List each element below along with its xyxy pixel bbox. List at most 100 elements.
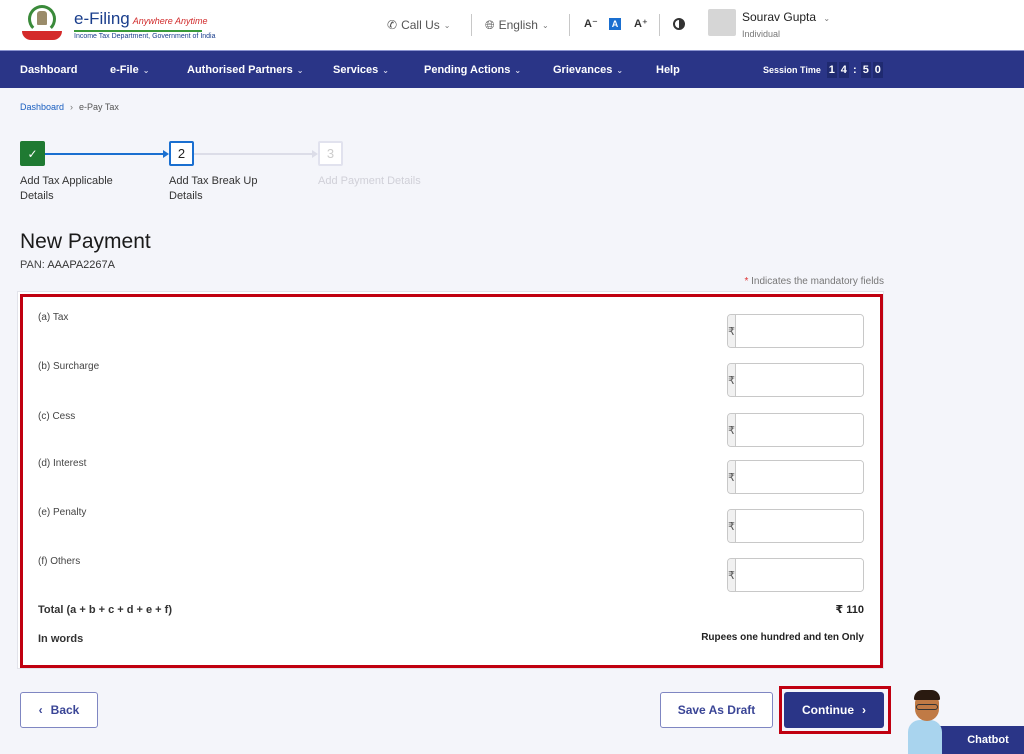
step-3-label: Add Payment Details: [318, 175, 421, 187]
required-star: *: [744, 276, 749, 287]
nav-efile[interactable]: e-File ⌄: [110, 51, 149, 89]
nav-label: Grievances: [553, 64, 613, 76]
user-name: Sourav Gupta: [742, 10, 817, 24]
others-amount-group: ₹: [727, 558, 864, 592]
chevron-down-icon: ⌄: [616, 65, 624, 75]
rupee-icon: ₹: [728, 315, 736, 347]
total-value: ₹ 110: [835, 604, 864, 616]
top-header: e-Filing Anywhere Anytime Income Tax Dep…: [0, 0, 1024, 50]
nav-label: Authorised Partners: [187, 64, 293, 76]
back-button[interactable]: ‹ Back: [20, 692, 98, 728]
main-nav: Dashboard e-File ⌄ Authorised Partners ⌄…: [0, 50, 1024, 88]
divider: [569, 14, 570, 36]
nav-dashboard[interactable]: Dashboard: [20, 51, 77, 89]
field-label: (c) Cess: [38, 411, 76, 422]
breadcrumb-current: e-Pay Tax: [79, 102, 119, 112]
logo-subtitle: Income Tax Department, Government of Ind…: [74, 32, 216, 40]
chevron-right-icon: ›: [862, 703, 866, 717]
globe-icon: 🌐︎: [485, 17, 495, 32]
session-digit: 5: [860, 62, 871, 78]
step-1-check-icon: ✓: [20, 141, 45, 166]
contrast-toggle-icon[interactable]: [673, 18, 685, 30]
nav-pending-actions[interactable]: Pending Actions ⌄: [424, 51, 521, 89]
interest-amount-group: ₹: [727, 460, 864, 494]
pan-info: PAN: AAAPA2267A: [20, 259, 115, 271]
continue-label: Continue: [802, 703, 854, 717]
penalty-input[interactable]: [736, 510, 863, 542]
divider: [471, 14, 472, 36]
language-label: English: [498, 18, 538, 32]
pan-value: AAAPA2267A: [47, 259, 115, 271]
session-timer: Session Time 1 4 : 5 0: [763, 51, 883, 89]
call-us-label: Call Us: [401, 18, 440, 32]
field-label: (f) Others: [38, 556, 81, 567]
tax-amount-group: ₹: [727, 314, 864, 348]
field-interest: (d) Interest ₹: [38, 458, 864, 494]
session-digit: 4: [838, 62, 849, 78]
chevron-down-icon: ⌄: [382, 65, 389, 75]
chevron-down-icon: ⌄: [514, 65, 522, 75]
cess-input[interactable]: [736, 414, 863, 446]
nav-grievances[interactable]: Grievances ⌄: [553, 51, 623, 89]
call-us-dropdown[interactable]: ✆ Call Us ⌄: [387, 0, 450, 50]
field-label: (e) Penalty: [38, 507, 87, 518]
words-value: Rupees one hundred and ten Only: [701, 632, 864, 643]
nav-label: Pending Actions: [424, 64, 511, 76]
avatar[interactable]: [708, 9, 736, 36]
nav-label: Help: [656, 64, 680, 76]
nav-help[interactable]: Help: [656, 51, 680, 89]
mandatory-note: * Indicates the mandatory fields: [744, 276, 884, 287]
session-label: Session Time: [763, 65, 821, 75]
field-label: (d) Interest: [38, 458, 87, 469]
field-tax: (a) Tax ₹: [38, 312, 864, 348]
surcharge-input[interactable]: [736, 364, 863, 396]
divider: [659, 14, 660, 36]
chatbot-avatar-icon[interactable]: [902, 690, 952, 754]
step-2-indicator: 2: [169, 141, 194, 166]
session-digit: 0: [872, 62, 883, 78]
nav-label: Services: [333, 64, 379, 76]
continue-button[interactable]: Continue ›: [784, 692, 884, 728]
field-others: (f) Others ₹: [38, 556, 864, 592]
penalty-amount-group: ₹: [727, 509, 864, 543]
stepper-connector: [45, 150, 169, 158]
interest-input[interactable]: [736, 461, 863, 493]
rupee-icon: ₹: [728, 559, 736, 591]
phone-icon: ✆: [387, 18, 398, 32]
user-menu[interactable]: Sourav Gupta ⌄: [742, 10, 830, 24]
efiling-logo[interactable]: e-Filing Anywhere Anytime Income Tax Dep…: [20, 4, 216, 44]
field-label: (b) Surcharge: [38, 361, 100, 372]
total-label: Total (a + b + c + d + e + f): [38, 604, 172, 616]
chevron-down-icon: ⌄: [296, 65, 304, 75]
nav-services[interactable]: Services ⌄: [333, 51, 389, 89]
nav-authorised-partners[interactable]: Authorised Partners ⌄: [187, 51, 303, 89]
save-draft-label: Save As Draft: [677, 703, 756, 717]
stepper-connector: [194, 150, 318, 158]
rupee-icon: ₹: [728, 510, 736, 542]
others-input[interactable]: [736, 559, 863, 591]
field-penalty: (e) Penalty ₹: [38, 507, 864, 543]
logo-title: e-Filing: [74, 8, 130, 28]
save-draft-button[interactable]: Save As Draft: [660, 692, 773, 728]
nav-label: Dashboard: [20, 64, 78, 76]
chevron-down-icon: ⌄: [541, 20, 549, 30]
field-label: (a) Tax: [38, 312, 69, 323]
breadcrumb-dashboard[interactable]: Dashboard: [20, 102, 64, 112]
page-title: New Payment: [20, 230, 151, 253]
rupee-icon: ₹: [728, 461, 736, 493]
font-normal-button[interactable]: A: [609, 18, 621, 30]
nav-label: e-File: [110, 64, 139, 76]
session-digit: 1: [826, 62, 837, 78]
chevron-down-icon: ⌄: [142, 65, 150, 75]
surcharge-amount-group: ₹: [727, 363, 864, 397]
breadcrumb-separator: ›: [70, 102, 74, 112]
language-dropdown[interactable]: 🌐︎ English ⌄: [485, 0, 549, 50]
rupee-icon: ₹: [728, 364, 736, 396]
tax-input[interactable]: [736, 315, 863, 347]
font-increase-button[interactable]: A⁺: [634, 17, 648, 30]
logo-tagline: Anywhere Anytime: [132, 15, 208, 26]
pan-label: PAN:: [20, 259, 45, 271]
font-decrease-button[interactable]: A⁻: [584, 17, 598, 30]
breadcrumb: Dashboard › e-Pay Tax: [20, 102, 119, 112]
step-2-label: Add Tax Break Up Details: [169, 175, 258, 202]
